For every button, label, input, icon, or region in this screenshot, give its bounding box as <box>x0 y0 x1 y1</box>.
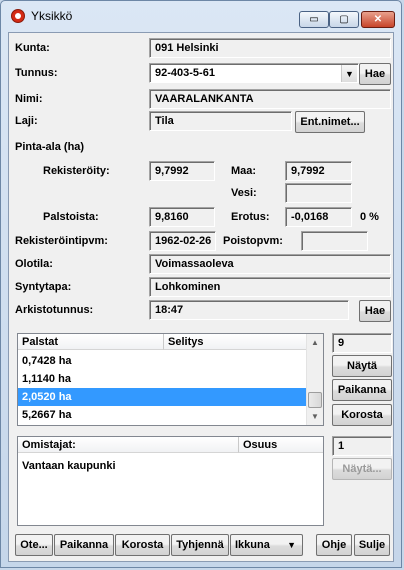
palstat-scrollbar[interactable]: ▲ ▼ <box>306 334 323 425</box>
kunta-label: Kunta: <box>15 42 50 54</box>
palstat-count: 9 <box>332 333 392 353</box>
dialog-content: Kunta: 091 Helsinki Tunnus: 92-403-5-61 … <box>8 32 394 562</box>
omistajat-list[interactable]: Omistajat: Osuus Vantaan kaupunki <box>17 436 324 526</box>
nimi-field: VAARALANKANTA <box>149 89 391 109</box>
scroll-down-icon[interactable]: ▼ <box>307 408 323 425</box>
minimize-button[interactable]: ▭ <box>299 11 329 28</box>
tunnus-dropdown[interactable]: 92-403-5-61 ▼ <box>149 63 359 83</box>
laji-field: Tila <box>149 111 292 131</box>
maa-field: 9,7992 <box>285 161 352 181</box>
scroll-thumb[interactable] <box>308 392 322 408</box>
osuus-column-header[interactable]: Osuus <box>239 437 323 453</box>
poistopvm-field <box>301 231 368 251</box>
vesi-field <box>285 183 352 203</box>
olotila-label: Olotila: <box>15 258 53 270</box>
palstat-column-header[interactable]: Palstat <box>18 334 164 350</box>
palstat-row-selected[interactable]: 2,0520 ha <box>18 388 307 406</box>
palstat-row[interactable]: 1,1140 ha <box>18 370 307 388</box>
title-bar[interactable]: Yksikkö ▭ ▢ ✕ <box>1 1 401 31</box>
omistajat-nayta-button[interactable]: Näytä... <box>332 458 392 480</box>
palstat-korosta-button[interactable]: Korosta <box>332 404 392 426</box>
window: Yksikkö ▭ ▢ ✕ Kunta: 091 Helsinki Tunnus… <box>0 0 402 568</box>
arkisto-hae-button[interactable]: Hae <box>359 300 391 322</box>
tyhjenna-button[interactable]: Tyhjennä <box>171 534 229 556</box>
rekisterointipvm-label: Rekisteröintipvm: <box>15 235 108 247</box>
palstoista-label: Palstoista: <box>43 211 99 223</box>
palstat-paikanna-button[interactable]: Paikanna <box>332 379 392 401</box>
tunnus-hae-button[interactable]: Hae <box>359 63 391 85</box>
paikanna-button[interactable]: Paikanna <box>54 534 114 556</box>
app-target-icon <box>11 9 25 23</box>
ikkuna-label: Ikkuna <box>235 539 270 551</box>
vesi-label: Vesi: <box>231 187 257 199</box>
pinta-ala-label: Pinta-ala (ha) <box>15 141 85 153</box>
maximize-button[interactable]: ▢ <box>329 11 359 28</box>
ote-button[interactable]: Ote... <box>15 534 53 556</box>
sulje-button[interactable]: Sulje <box>354 534 390 556</box>
close-button[interactable]: ✕ <box>361 11 395 28</box>
korosta-button[interactable]: Korosta <box>115 534 170 556</box>
palstat-row[interactable]: 5,2667 ha <box>18 406 307 424</box>
poistopvm-label: Poistopvm: <box>223 235 283 247</box>
tunnus-value: 92-403-5-61 <box>155 67 215 79</box>
omistajat-row[interactable]: Vantaan kaupunki <box>18 457 323 475</box>
chevron-down-icon: ▼ <box>287 540 296 550</box>
palstoista-field: 9,8160 <box>149 207 215 227</box>
arkistotunnus-field: 18:47 <box>149 300 349 320</box>
palstat-nayta-button[interactable]: Näytä <box>332 355 392 377</box>
rekisteroity-field: 9,7992 <box>149 161 215 181</box>
arkistotunnus-label: Arkistotunnus: <box>15 304 94 316</box>
ent-nimet-button[interactable]: Ent.nimet... <box>295 111 365 133</box>
omistajat-column-header[interactable]: Omistajat: <box>18 437 239 453</box>
chevron-down-icon[interactable]: ▼ <box>341 65 357 82</box>
ohje-button[interactable]: Ohje <box>316 534 352 556</box>
rekisterointipvm-field: 1962-02-26 <box>149 231 216 251</box>
omistajat-count: 1 <box>332 436 392 456</box>
palstat-row[interactable]: 0,7428 ha <box>18 352 307 370</box>
ikkuna-menu-button[interactable]: Ikkuna ▼ <box>230 534 303 556</box>
nimi-label: Nimi: <box>15 93 43 105</box>
window-title: Yksikkö <box>31 9 73 23</box>
erotus-label: Erotus: <box>231 211 270 223</box>
laji-label: Laji: <box>15 115 38 127</box>
erotus-percent: 0 % <box>360 211 379 223</box>
maa-label: Maa: <box>231 165 257 177</box>
syntytapa-field: Lohkominen <box>149 277 391 297</box>
kunta-field: 091 Helsinki <box>149 38 391 58</box>
palstat-list[interactable]: Palstat Selitys 0,7428 ha 1,1140 ha 2,05… <box>17 333 324 426</box>
rekisteroity-label: Rekisteröity: <box>43 165 110 177</box>
syntytapa-label: Syntytapa: <box>15 281 72 293</box>
selitys-column-header[interactable]: Selitys <box>164 334 307 350</box>
olotila-field: Voimassaoleva <box>149 254 391 274</box>
tunnus-label: Tunnus: <box>15 67 58 79</box>
erotus-field: -0,0168 <box>285 207 352 227</box>
scroll-up-icon[interactable]: ▲ <box>307 334 323 351</box>
